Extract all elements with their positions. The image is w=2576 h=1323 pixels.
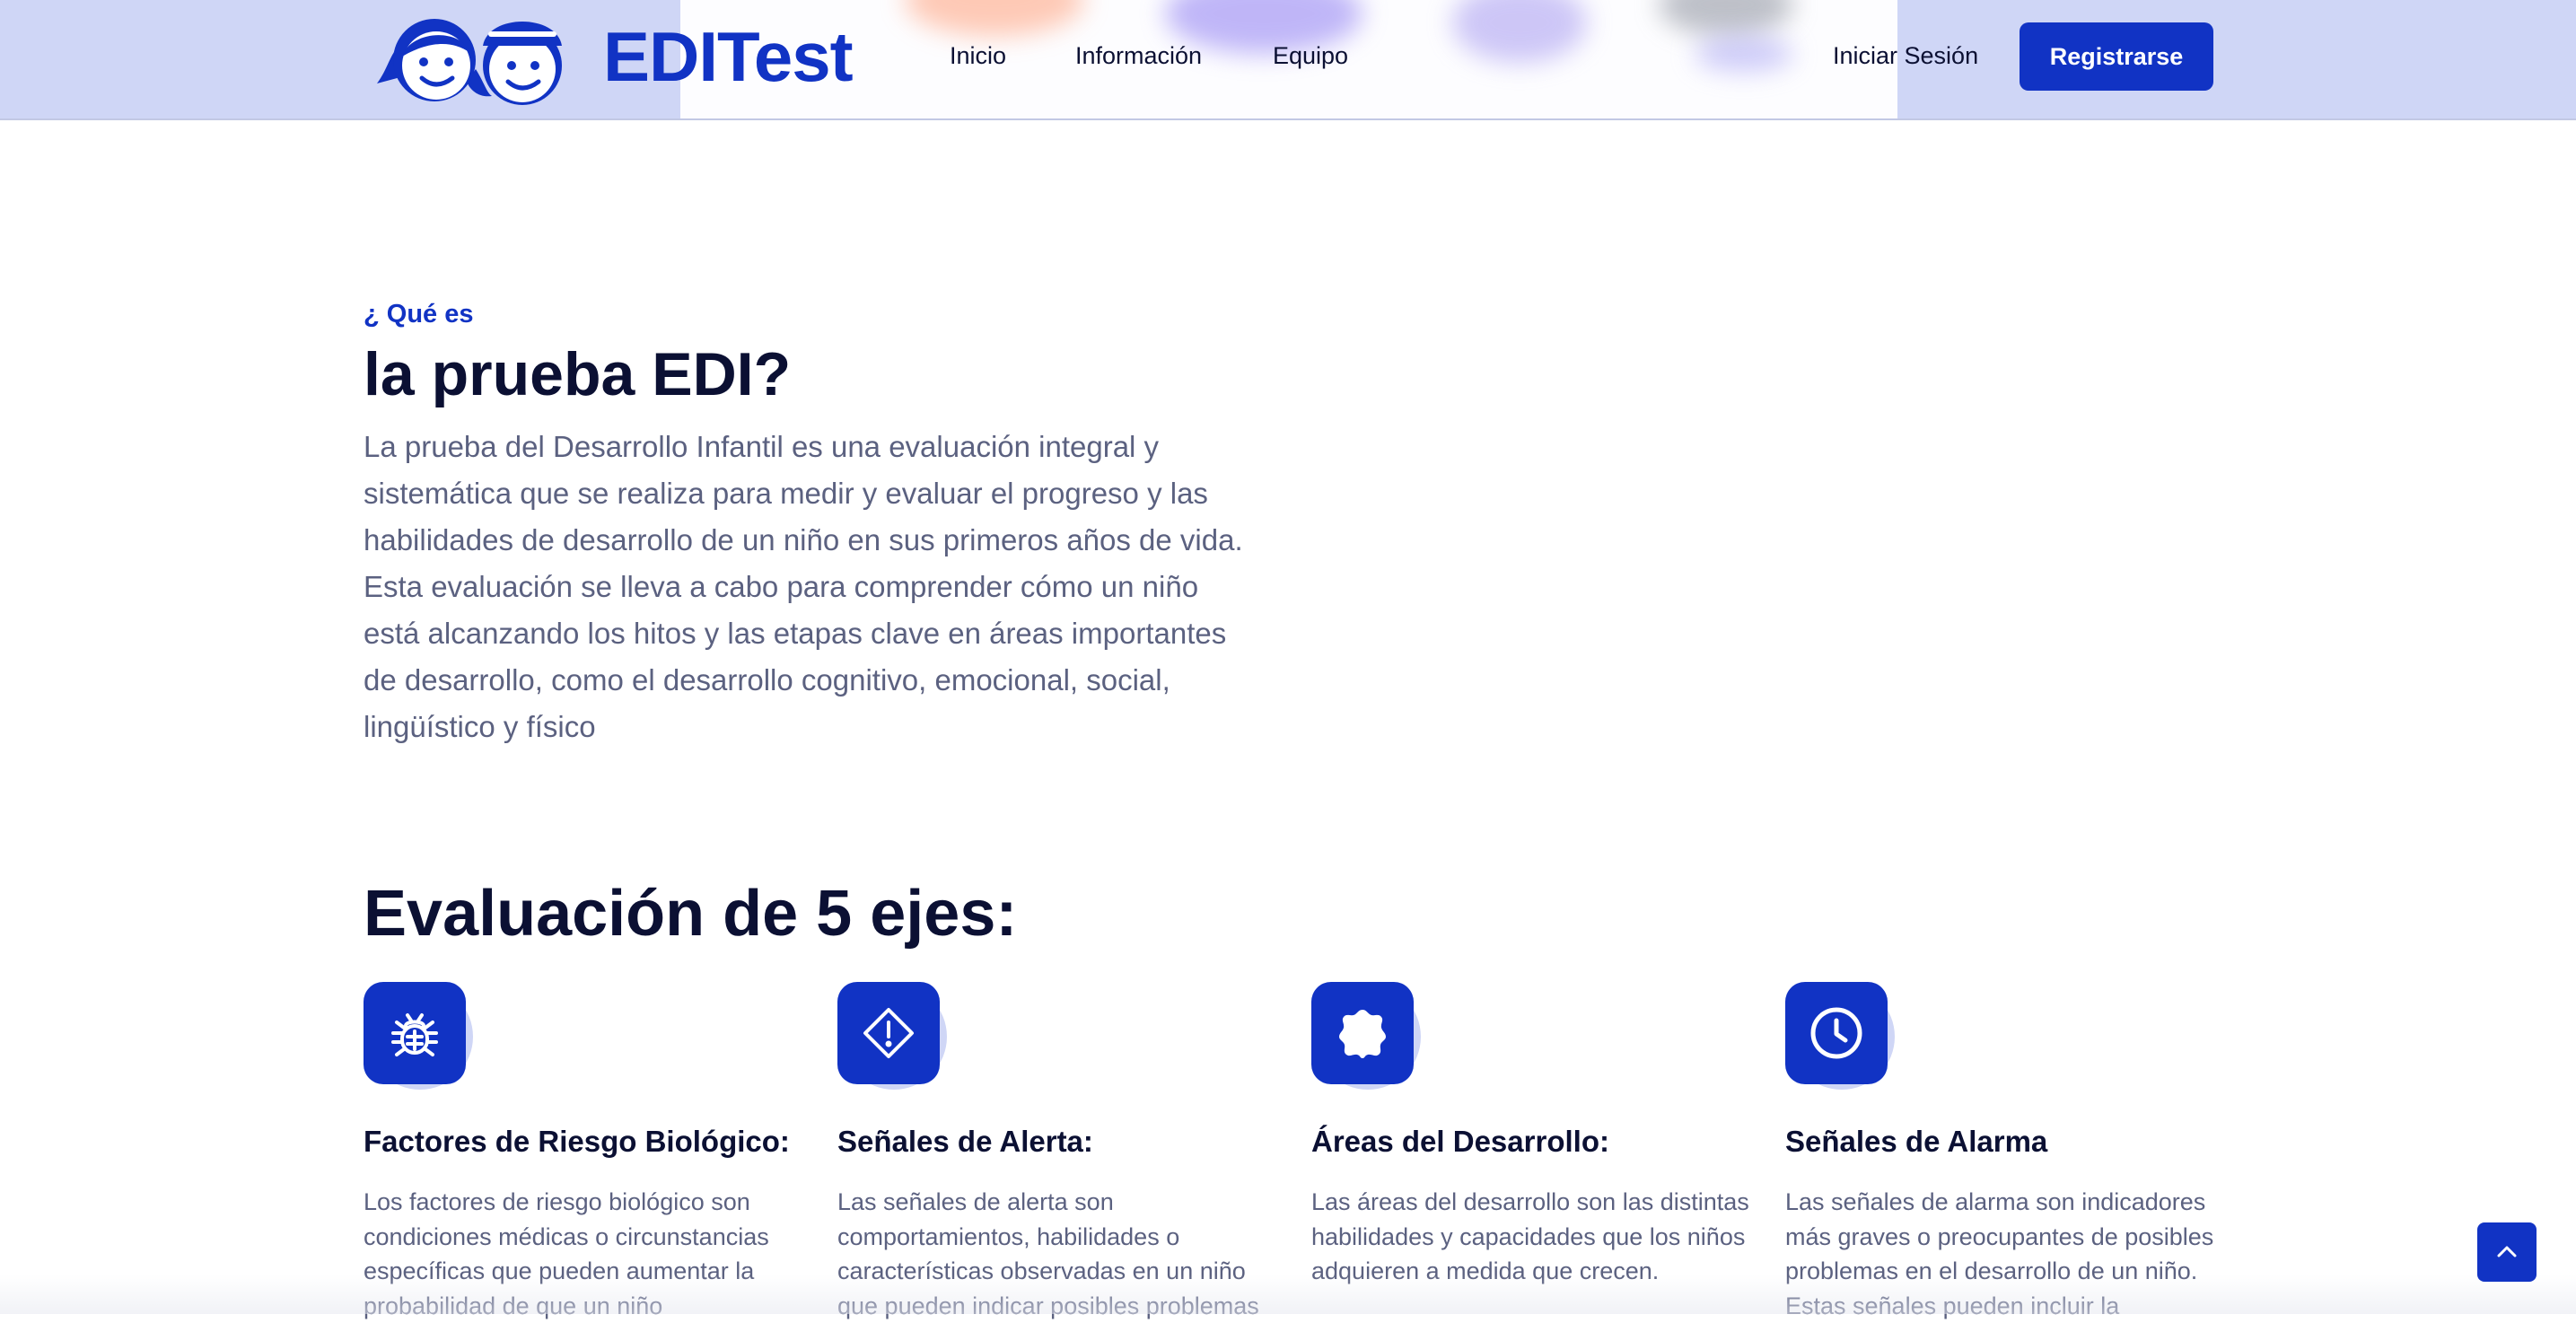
scroll-to-top-button[interactable] <box>2477 1222 2537 1282</box>
feature-icon-wrap <box>837 980 954 1093</box>
feature-card-title: Señales de Alarma <box>1785 1125 2048 1158</box>
features-title: Evaluación de 5 ejes: <box>364 878 1018 950</box>
badge-icon <box>1311 982 1414 1084</box>
intro-paragraph: La prueba del Desarrollo Infantil es una… <box>364 430 1243 743</box>
feature-card-senales-alarma: Señales de Alarma Las señales de alarma … <box>1785 980 2225 1319</box>
feature-card-text: Los factores de riesgo biológico son con… <box>364 1188 769 1319</box>
bug-icon <box>364 982 466 1084</box>
alert-diamond-icon <box>837 982 940 1084</box>
feature-card-title: Áreas del Desarrollo: <box>1311 1125 1609 1158</box>
feature-card-title: Señales de Alerta: <box>837 1125 1093 1158</box>
nav-link-informacion[interactable]: Información <box>1075 39 1202 72</box>
site-header: EDITest Inicio Información Equipo Inicia… <box>0 0 2576 120</box>
feature-icon-wrap <box>364 980 480 1093</box>
page-title: la prueba EDI? <box>364 340 792 408</box>
feature-card-riesgo-biologico: Factores de Riesgo Biológico: Los factor… <box>364 980 803 1319</box>
feature-card-areas-desarrollo: Áreas del Desarrollo: Las áreas del desa… <box>1311 980 1751 1284</box>
feature-card-senales-alerta: Señales de Alerta: Las señales de alerta… <box>837 980 1277 1319</box>
clock-icon <box>1785 982 1888 1084</box>
brand-logo[interactable] <box>370 5 573 106</box>
kids-logo-icon <box>377 19 562 105</box>
feature-card-text: Las áreas del desarrollo son las distint… <box>1311 1188 1749 1284</box>
feature-card-text: Las señales de alarma son indicadores má… <box>1785 1188 2214 1319</box>
register-button[interactable]: Registrarse <box>2020 22 2213 91</box>
nav-link-equipo[interactable]: Equipo <box>1273 39 1348 72</box>
brand-name[interactable]: EDITest <box>603 16 854 97</box>
chevron-up-icon <box>2497 1246 2517 1257</box>
feature-card-text: Las señales de alerta son comportamiento… <box>837 1188 1259 1319</box>
feature-icon-wrap <box>1785 980 1902 1093</box>
feature-card-title: Factores de Riesgo Biológico: <box>364 1125 790 1158</box>
feature-icon-wrap <box>1311 980 1428 1093</box>
section-eyebrow: ¿ Qué es <box>364 300 474 329</box>
login-link[interactable]: Iniciar Sesión <box>1833 39 1978 72</box>
nav-link-inicio[interactable]: Inicio <box>950 39 1006 72</box>
